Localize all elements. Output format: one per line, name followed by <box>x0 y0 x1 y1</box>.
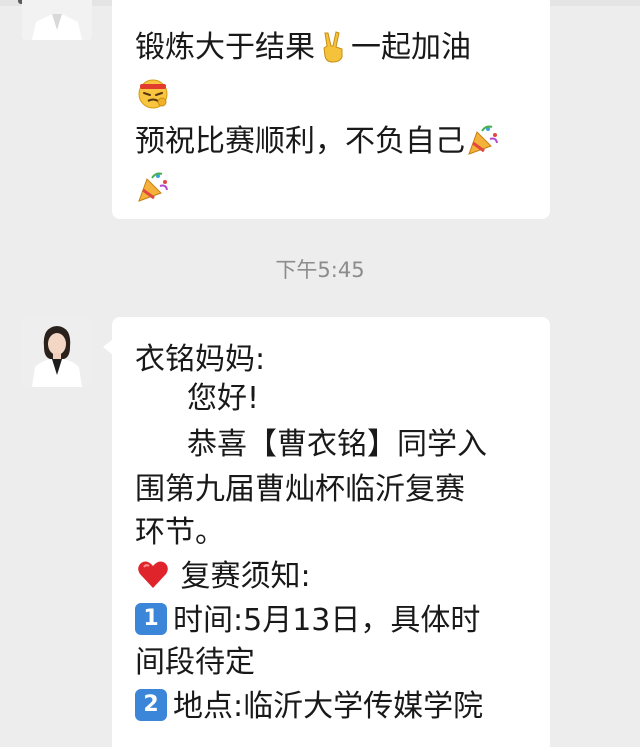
keycap-1-icon: 1 <box>135 602 167 635</box>
keycap-2-icon: 2 <box>135 688 167 721</box>
message-text: 围第九届曹灿杯临沂复赛 <box>135 472 465 507</box>
message-line: 锻炼大于结果 一起加油 <box>135 24 471 71</box>
message-line: 环节。 <box>135 509 225 556</box>
message-text: 环节。 <box>135 515 225 550</box>
message-bubble[interactable]: 衣铭妈妈: 您好! 恭喜【曹衣铭】同学入 围第九届曹灿杯临沂复赛 环节。 复赛须… <box>103 317 550 747</box>
message-timestamp: 下午5:45 <box>275 258 365 282</box>
notice-title: 复赛须知: <box>180 559 311 594</box>
message-text: 恭喜【曹衣铭】同学入 <box>187 427 487 462</box>
message-line: 复赛须知: <box>135 553 311 600</box>
message-line: 间段待定 <box>135 639 255 686</box>
message-line: 2 地点:临沂大学传媒学院 <box>135 683 483 730</box>
party-popper-icon <box>466 123 500 157</box>
message-text: 预祝比赛顺利，不负自己 <box>135 124 465 159</box>
message-text: 间段待定 <box>135 645 255 680</box>
message-text: 地点:临沂大学传媒学院 <box>173 689 484 724</box>
sender-avatar[interactable] <box>22 317 92 387</box>
message-line: 恭喜【曹衣铭】同学入 <box>187 421 487 468</box>
message-line <box>135 165 171 212</box>
message-text: 一起加油 <box>351 30 471 65</box>
message-bubble[interactable]: 锻炼大于结果 一起加油 预祝比赛顺利，不负自己 <box>112 0 550 219</box>
message-line: 预祝比赛顺利，不负自己 <box>135 118 501 165</box>
message-line <box>135 71 171 118</box>
red-heart-icon <box>136 558 170 592</box>
message-line: 围第九届曹灿杯临沂复赛 <box>135 466 465 513</box>
message-hello: 您好! <box>187 381 260 416</box>
message-line: 1 时间:5月13日，具体时 <box>135 597 480 644</box>
message-greeting: 衣铭妈妈: <box>135 342 266 377</box>
message-text: 锻炼大于结果 <box>135 30 315 65</box>
party-popper-icon <box>136 170 170 204</box>
message-text: 时间:5月13日，具体时 <box>173 603 481 638</box>
determined-face-icon <box>136 76 170 110</box>
sender-avatar-partial[interactable] <box>22 0 92 40</box>
message-line: 您好! <box>187 375 259 422</box>
victory-hand-icon <box>316 29 350 63</box>
